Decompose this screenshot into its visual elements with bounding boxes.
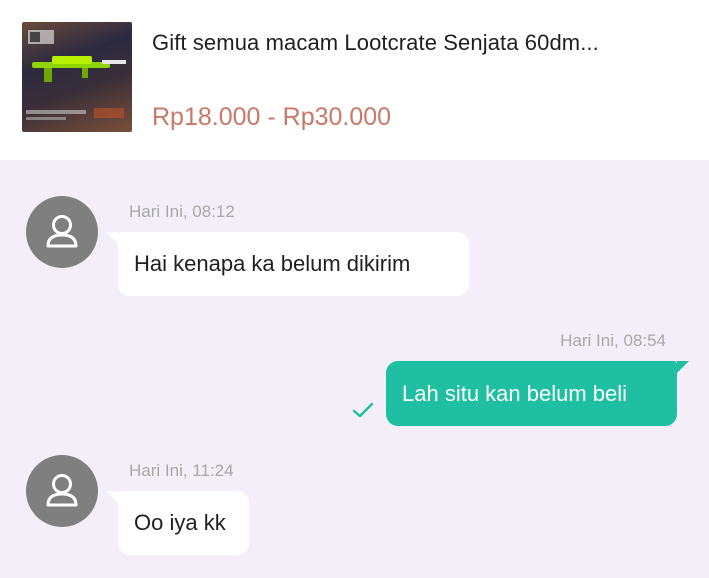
message-text: Hai kenapa ka belum dikirim xyxy=(134,251,411,276)
user-icon xyxy=(46,215,78,248)
bubble-tail xyxy=(106,491,118,503)
user-icon xyxy=(46,474,78,507)
product-price: Rp18.000 - Rp30.000 xyxy=(152,103,392,131)
message-timestamp: Hari Ini, 08:12 xyxy=(129,202,235,221)
message-timestamp: Hari Ini, 11:24 xyxy=(129,461,234,480)
product-card[interactable]: Gift semua macam Lootcrate Senjata 60dm.… xyxy=(0,0,709,160)
message-text: Lah situ kan belum beli xyxy=(402,380,628,406)
message-bubble-incoming[interactable]: Oo iya kk xyxy=(118,491,249,555)
message-timestamp: Hari Ini, 08:54 xyxy=(560,331,666,350)
check-icon xyxy=(352,402,374,418)
avatar[interactable] xyxy=(26,196,98,268)
message-bubble-outgoing[interactable]: Lah situ kan belum beli xyxy=(386,361,677,426)
bubble-tail xyxy=(106,232,118,244)
game-weapon-thumbnail-icon xyxy=(26,30,126,120)
avatar[interactable] xyxy=(26,455,98,527)
bubble-tail xyxy=(677,361,689,373)
message-bubble-incoming[interactable]: Hai kenapa ka belum dikirim xyxy=(118,232,469,296)
product-title: Gift semua macam Lootcrate Senjata 60dm.… xyxy=(152,30,599,55)
message-text: Oo iya kk xyxy=(134,510,226,535)
product-thumbnail[interactable] xyxy=(22,22,132,132)
